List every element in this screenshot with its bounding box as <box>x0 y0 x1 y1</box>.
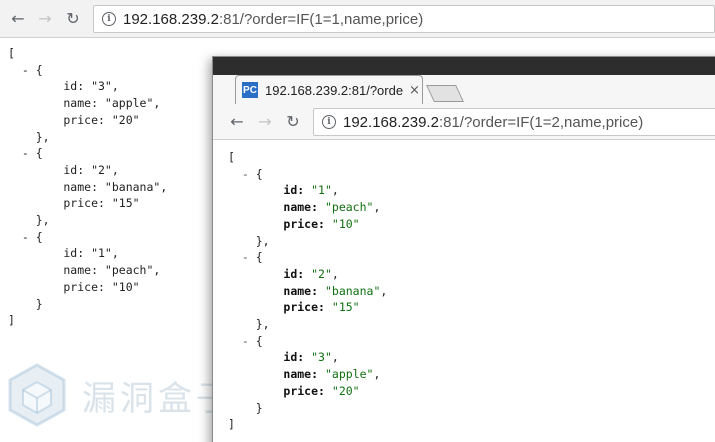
url-host: 192.168.239.2 <box>123 10 219 28</box>
json-output: [ - { id: "3", name: "apple", price: "20… <box>8 46 168 328</box>
arrow-left-icon: ← <box>230 112 244 131</box>
desktop: ← → ↻ i 192.168.239.2:81/?order=IF(1=1,n… <box>0 0 715 442</box>
json-value-name: "apple" <box>324 367 374 382</box>
tab-title: 192.168.239.2:81/?orde <box>265 82 404 98</box>
json-key-name: name: <box>283 367 319 382</box>
json-value-price: "10" <box>331 216 360 231</box>
address-bar[interactable]: i 192.168.239.2:81/?order=IF(1=1,name,pr… <box>93 5 715 33</box>
reload-button[interactable]: ↻ <box>63 9 83 29</box>
window-frame <box>213 57 715 75</box>
url-path: :81/?order=IF(1=1,name,price) <box>218 10 424 28</box>
browser-tab[interactable]: PC 192.168.239.2:81/?orde × <box>235 75 423 104</box>
new-tab-button[interactable] <box>426 85 464 102</box>
json-bracket-open: [ <box>228 150 235 164</box>
json-key-name: name: <box>283 283 319 298</box>
info-icon[interactable]: i <box>322 115 336 129</box>
arrow-left-icon: ← <box>11 9 25 28</box>
json-key-price: price: <box>283 216 325 231</box>
pc-favicon-icon: PC <box>242 82 258 98</box>
info-icon[interactable]: i <box>102 12 116 26</box>
browser-toolbar: ← → ↻ i 192.168.239.2:81/?order=IF(1=2,n… <box>213 104 715 140</box>
reload-icon: ↻ <box>66 9 80 28</box>
json-key-id: id: <box>283 183 305 198</box>
json-value-price: "15" <box>331 300 360 315</box>
json-value-price: "20" <box>331 383 360 398</box>
url-host: 192.168.239.2 <box>343 113 439 131</box>
browser-toolbar: ← → ↻ i 192.168.239.2:81/?order=IF(1=1,n… <box>0 0 715 38</box>
json-key-name: name: <box>283 200 319 215</box>
json-value-id: "1" <box>311 183 332 198</box>
collapse-toggle[interactable]: - <box>242 250 249 264</box>
json-output: [ - { id: "1", name: "peach", price: "10… <box>228 150 388 432</box>
reload-button[interactable]: ↻ <box>283 112 303 132</box>
tab-strip: PC 192.168.239.2:81/?orde × <box>213 57 715 104</box>
url-path: :81/?order=IF(1=2,name,price) <box>438 113 644 131</box>
browser-window-front: PC 192.168.239.2:81/?orde × ← → ↻ i 192.… <box>212 56 715 442</box>
arrow-right-icon: → <box>258 112 272 131</box>
back-button[interactable]: ← <box>8 9 28 29</box>
json-key-price: price: <box>283 383 325 398</box>
arrow-right-icon: → <box>38 9 52 28</box>
url-text: 192.168.239.2:81/?order=IF(1=2,name,pric… <box>343 114 643 131</box>
json-value-name: "banana" <box>324 283 381 298</box>
json-key-id: id: <box>283 350 305 365</box>
json-value-name: "peach" <box>324 200 374 215</box>
json-value-id: "2" <box>311 266 332 281</box>
forward-button[interactable]: → <box>255 112 275 132</box>
json-value-id: "3" <box>311 350 332 365</box>
json-bracket-close: ] <box>228 417 235 432</box>
collapse-toggle[interactable]: - <box>242 334 249 348</box>
forward-button[interactable]: → <box>35 9 55 29</box>
json-key-price: price: <box>283 300 325 315</box>
close-icon[interactable]: × <box>409 83 420 98</box>
back-button[interactable]: ← <box>227 112 247 132</box>
reload-icon: ↻ <box>286 112 300 131</box>
json-key-id: id: <box>283 266 305 281</box>
url-text: 192.168.239.2:81/?order=IF(1=1,name,pric… <box>123 11 423 28</box>
collapse-toggle[interactable]: - <box>242 167 249 181</box>
address-bar[interactable]: i 192.168.239.2:81/?order=IF(1=2,name,pr… <box>313 108 715 136</box>
